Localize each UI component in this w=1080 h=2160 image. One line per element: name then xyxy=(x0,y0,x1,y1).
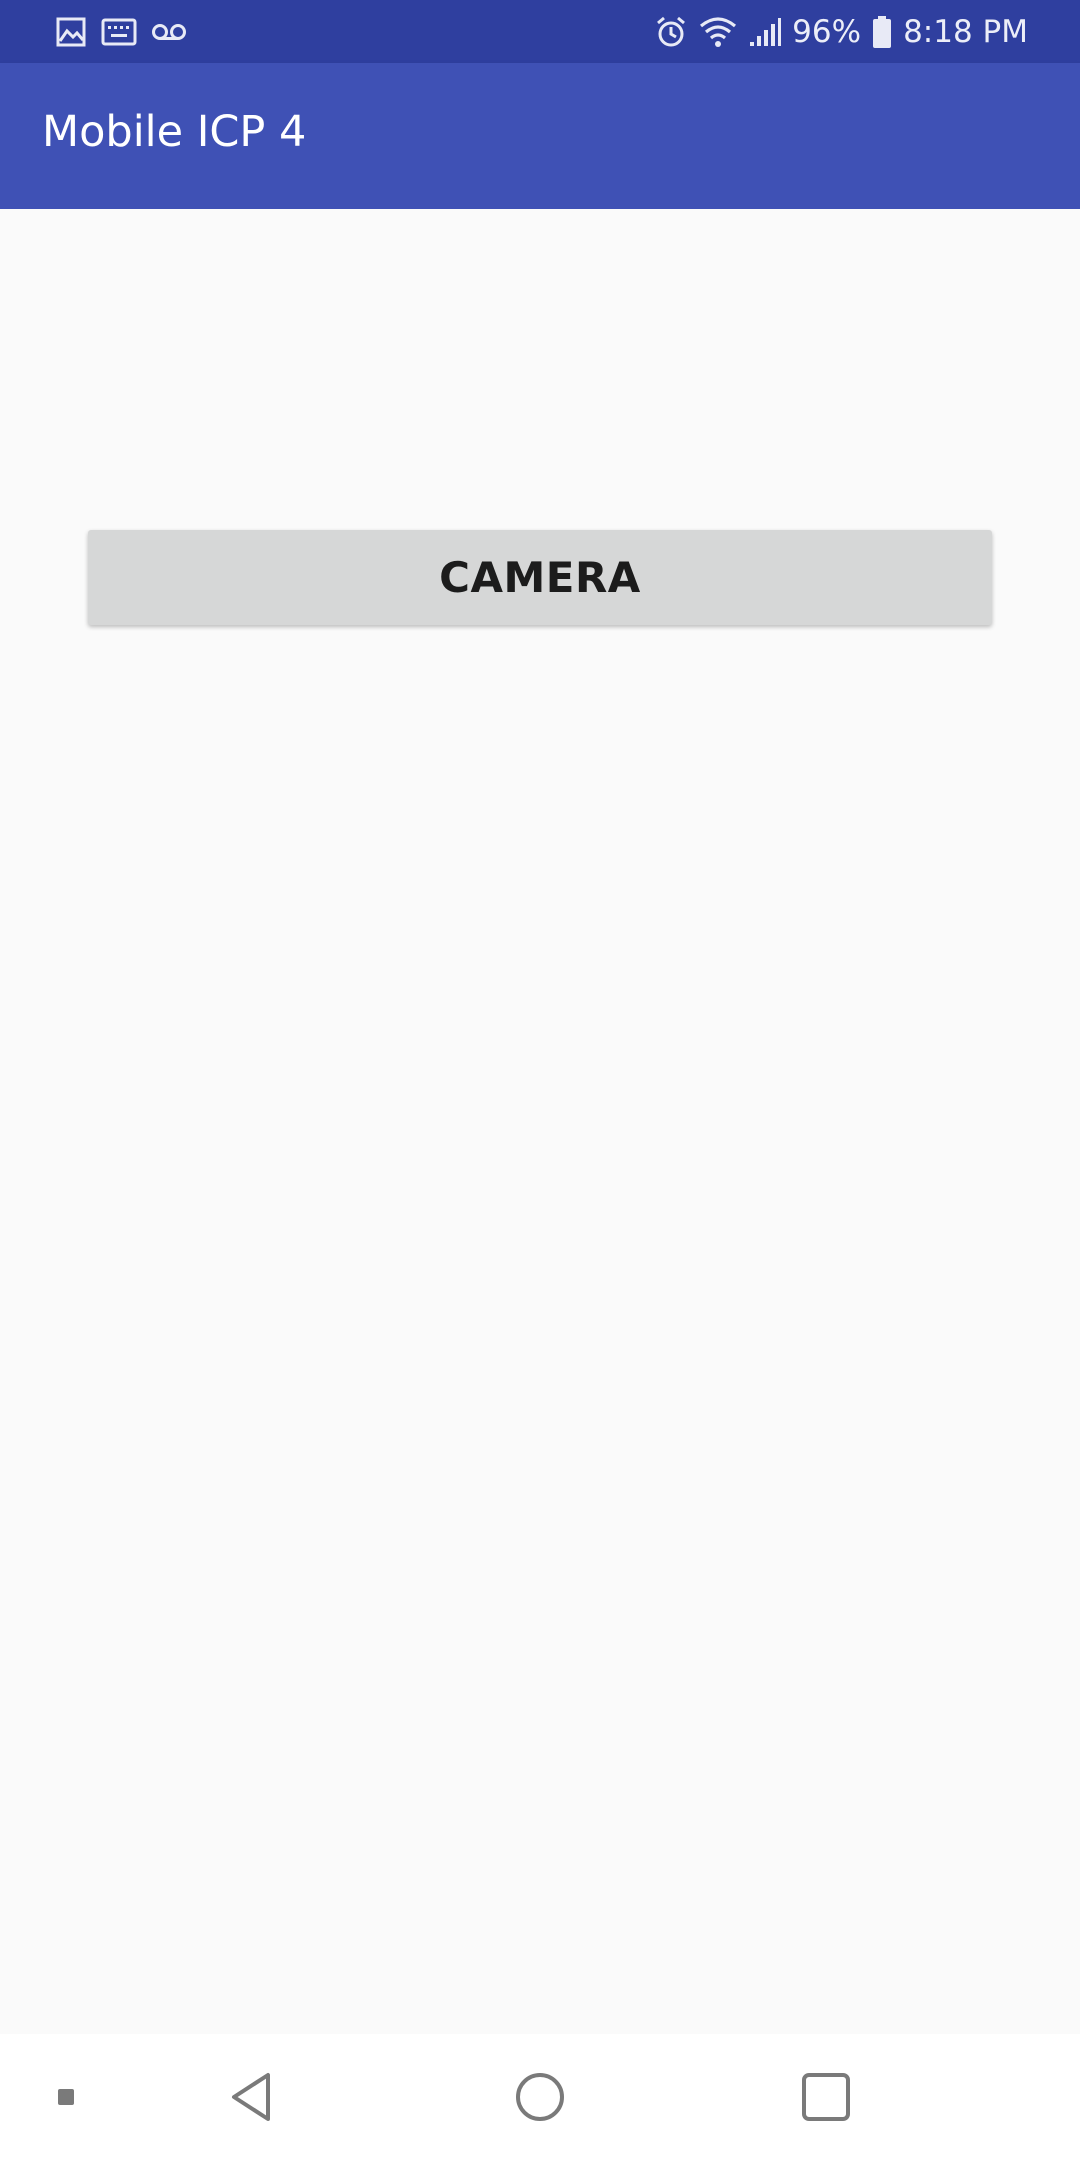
app-bar: Mobile ICP 4 xyxy=(0,63,1080,209)
main-content: CAMERA xyxy=(0,209,1080,2034)
keyboard-icon xyxy=(101,18,137,46)
app-title: Mobile ICP 4 xyxy=(42,107,307,157)
menu-dot-icon xyxy=(57,2088,75,2106)
battery-percent: 96% xyxy=(792,14,862,50)
status-bar: 96% 8:18 PM xyxy=(0,0,1080,63)
home-button[interactable] xyxy=(500,2034,580,2160)
home-icon xyxy=(514,2071,566,2123)
camera-button-label: CAMERA xyxy=(439,553,641,602)
navigation-bar xyxy=(0,2034,1080,2160)
battery-icon xyxy=(871,15,893,49)
clock: 8:18 PM xyxy=(903,14,1028,50)
recents-button[interactable] xyxy=(786,2034,866,2160)
menu-dot-button[interactable] xyxy=(36,2034,96,2160)
status-system-icons: 96% 8:18 PM xyxy=(654,10,1028,54)
voicemail-icon xyxy=(151,22,187,42)
wifi-icon xyxy=(698,15,738,49)
back-icon xyxy=(228,2071,276,2123)
recents-icon xyxy=(801,2072,851,2122)
signal-icon xyxy=(748,16,782,48)
alarm-icon xyxy=(654,15,688,49)
status-notification-icons xyxy=(55,14,187,50)
camera-button[interactable]: CAMERA xyxy=(88,530,992,625)
image-icon xyxy=(55,16,87,48)
back-button[interactable] xyxy=(212,2034,292,2160)
